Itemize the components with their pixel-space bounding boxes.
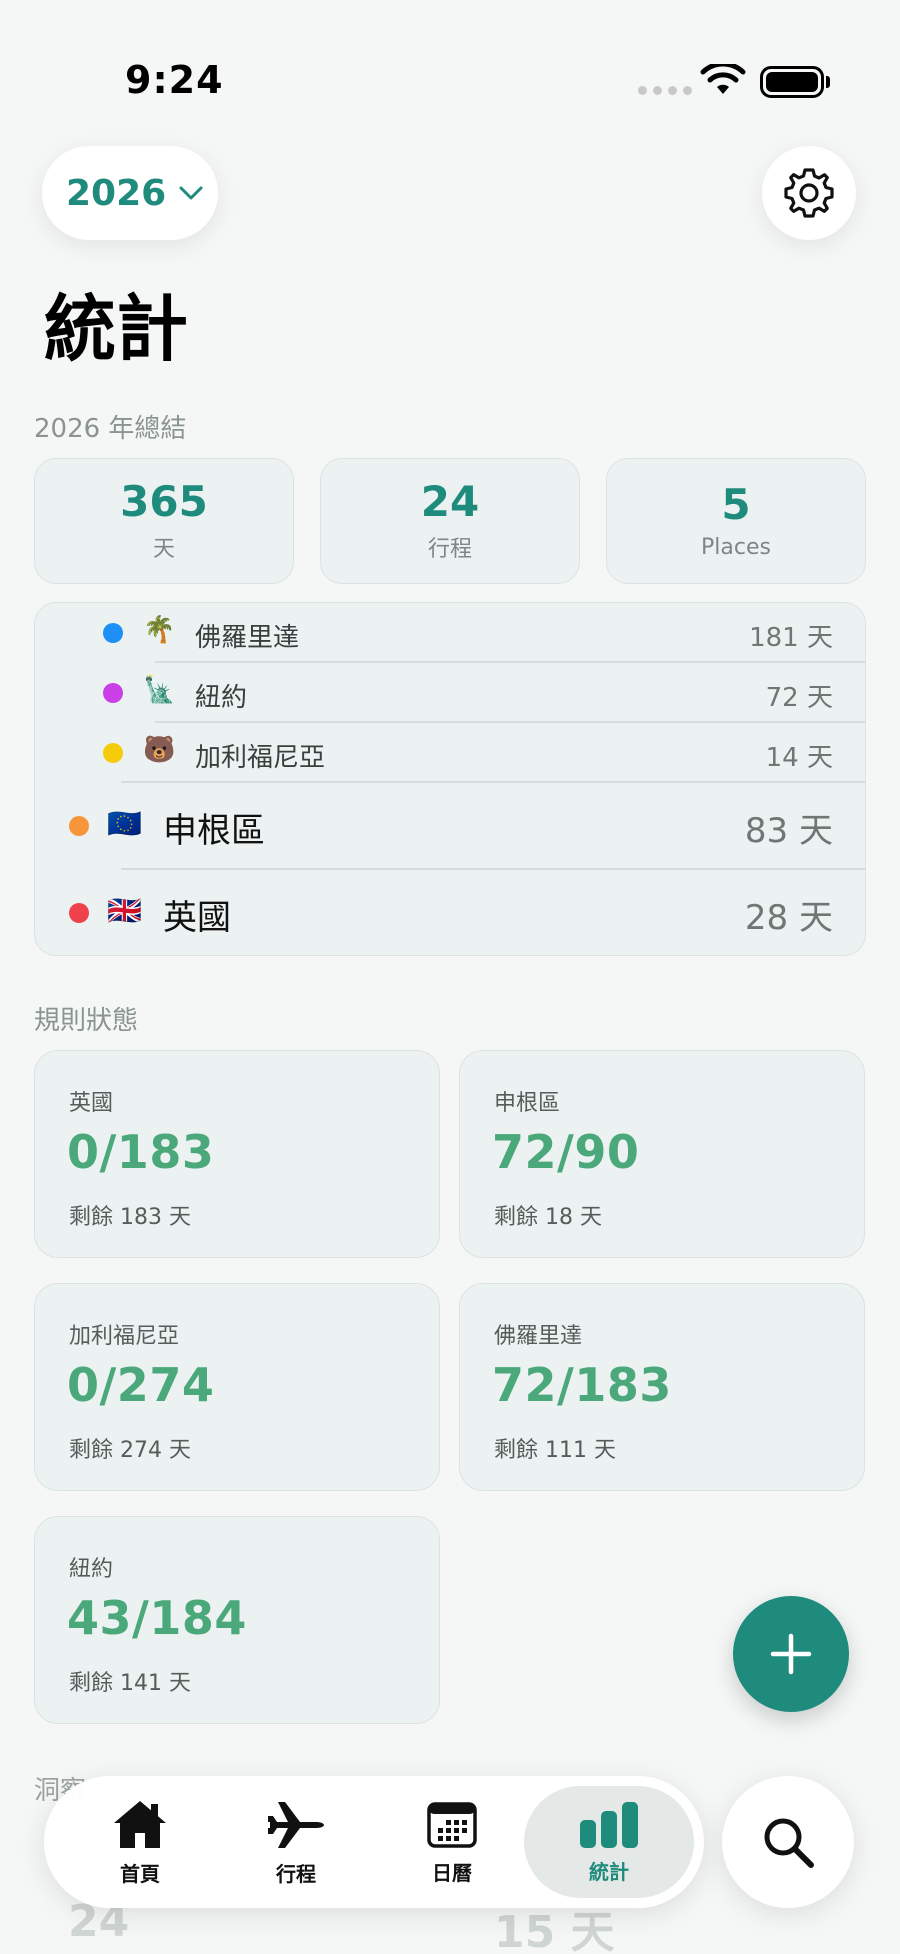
search-button[interactable] [722,1776,854,1908]
battery-tip [826,76,830,88]
rule-card-uk[interactable]: 英國 0/183 剩餘 183 天 [34,1050,440,1258]
rule-remaining: 剩餘 18 天 [494,1205,602,1230]
page-title: 統計 [44,287,189,371]
place-days: 14 天 [765,743,833,773]
rule-card-new-york[interactable]: 紐約 43/184 剩餘 141 天 [34,1516,440,1724]
rule-name: 佛羅里達 [494,1324,583,1349]
airplane-icon [268,1801,324,1848]
status-bar: 9:24 [0,0,900,120]
summary-card-days: 365 天 [34,458,294,584]
status-time: 9:24 [125,58,224,102]
tab-home[interactable]: 首頁 [62,1786,218,1898]
summary-label: 天 [152,537,175,563]
rule-value: 72/183 [492,1358,672,1412]
tab-bar: 首頁 行程 日曆 統計 [44,1776,704,1908]
statue-of-liberty-icon: 🗽 [143,675,176,705]
rule-card-california[interactable]: 加利福尼亞 0/274 剩餘 274 天 [34,1283,440,1491]
place-row-schengen[interactable]: 🇪🇺 申根區 83 天 [35,783,865,870]
bear-icon: 🐻 [143,735,176,765]
place-row-california[interactable]: 🐻 加利福尼亞 14 天 [35,723,865,783]
house-icon [114,1800,166,1848]
summary-section-label: 2026 年總結 [34,414,187,444]
gear-icon [784,168,834,218]
tab-calendar[interactable]: 日曆 [374,1786,530,1898]
place-row-uk[interactable]: 🇬🇧 英國 28 天 [35,869,865,955]
tab-stats[interactable]: 統計 [524,1786,694,1898]
rule-value: 0/183 [67,1125,215,1179]
rule-name: 加利福尼亞 [69,1324,180,1349]
place-name: 加利福尼亞 [195,743,326,773]
summary-card-places: 5 Places [606,458,866,584]
place-days: 28 天 [744,898,833,938]
rule-remaining: 剩餘 183 天 [69,1205,191,1230]
tab-label: 行程 [276,1861,316,1886]
cellular-signal-icon [638,86,692,95]
place-name: 英國 [163,898,231,938]
year-selector[interactable]: 2026 [42,146,218,240]
place-row-florida[interactable]: 🌴 佛羅里達 181 天 [35,603,865,663]
eu-flag-icon: 🇪🇺 [107,807,142,840]
tab-label: 統計 [589,1859,629,1884]
color-dot [103,623,123,643]
tab-label: 首頁 [120,1861,160,1886]
summary-value: 365 [120,476,208,526]
color-dot [103,683,123,703]
rule-remaining: 剩餘 274 天 [69,1438,191,1463]
rules-section-label: 規則狀態 [34,1006,139,1036]
palm-tree-icon: 🌴 [143,615,176,645]
search-icon [764,1818,814,1868]
rule-value: 72/90 [492,1125,640,1179]
place-name: 紐約 [195,683,248,713]
chart-bar-icon [580,1801,638,1848]
place-days: 72 天 [765,683,833,713]
rule-name: 英國 [69,1091,114,1116]
rule-card-florida[interactable]: 佛羅里達 72/183 剩餘 111 天 [459,1283,865,1491]
summary-label: Places [701,534,771,560]
color-dot [69,903,89,923]
chevron-down-icon [179,186,203,200]
places-list: 🌴 佛羅里達 181 天 🗽 紐約 72 天 🐻 加利福尼亞 14 天 🇪🇺 申… [34,602,866,956]
place-days: 181 天 [749,623,833,653]
rule-remaining: 剩餘 141 天 [69,1671,191,1696]
rule-card-schengen[interactable]: 申根區 72/90 剩餘 18 天 [459,1050,865,1258]
calendar-icon [427,1801,477,1848]
rule-value: 0/274 [67,1358,215,1412]
summary-label: 行程 [427,537,472,563]
rule-value: 43/184 [67,1591,247,1645]
place-row-new-york[interactable]: 🗽 紐約 72 天 [35,663,865,723]
summary-value: 24 [420,476,480,526]
uk-flag-icon: 🇬🇧 [107,894,142,927]
plus-icon [770,1633,812,1675]
place-name: 申根區 [163,811,265,851]
rule-name: 申根區 [494,1091,561,1116]
year-value: 2026 [66,172,167,214]
tab-label: 日曆 [432,1860,472,1885]
wifi-icon [700,64,746,94]
color-dot [103,743,123,763]
battery-icon [760,66,824,98]
place-name: 佛羅里達 [195,623,300,653]
place-days: 83 天 [744,811,833,851]
color-dot [69,816,89,836]
settings-button[interactable] [762,146,856,240]
summary-card-trips: 24 行程 [320,458,580,584]
rule-name: 紐約 [69,1557,114,1582]
tab-trips[interactable]: 行程 [218,1786,374,1898]
summary-value: 5 [721,480,751,530]
rule-remaining: 剩餘 111 天 [494,1438,616,1463]
add-trip-button[interactable] [733,1596,849,1712]
